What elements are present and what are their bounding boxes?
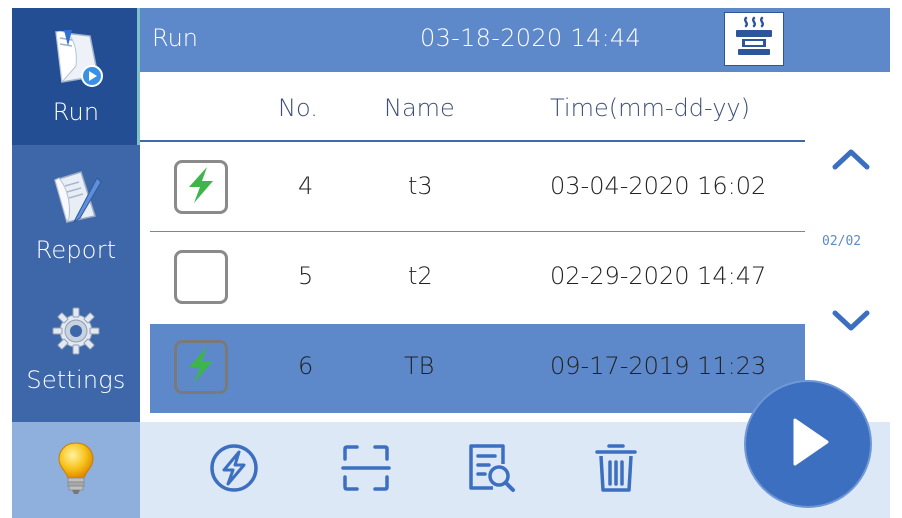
lightbulb-icon xyxy=(56,440,96,500)
row-no: 5 xyxy=(298,262,314,290)
play-icon xyxy=(783,414,833,474)
scan-icon xyxy=(339,441,393,499)
page-up-button[interactable] xyxy=(812,136,890,186)
header-bar: Run 03-18-2020 14:44 xyxy=(140,8,890,72)
column-header-time: Time(mm-dd-yy) xyxy=(550,94,750,122)
page-indicator: 02/02 xyxy=(822,234,862,249)
run-document-icon xyxy=(46,26,106,92)
row-time: 03-04-2020 16:02 xyxy=(550,172,767,200)
table-row[interactable]: 4 t3 03-04-2020 16:02 xyxy=(150,144,805,232)
table-row-selected[interactable]: 6 TB 09-17-2019 11:23 xyxy=(150,324,805,413)
row-name: t3 xyxy=(408,172,433,200)
column-header-no: No. xyxy=(278,94,318,122)
row-checkbox[interactable] xyxy=(174,250,228,304)
page-title: Run xyxy=(152,24,199,52)
row-name: t2 xyxy=(408,262,433,290)
sidebar-item-report[interactable]: Report xyxy=(12,160,140,285)
current-datetime: 03-18-2020 14:44 xyxy=(420,24,642,52)
scan-button[interactable] xyxy=(336,440,396,500)
row-checkbox[interactable] xyxy=(174,160,228,214)
lightning-check-icon xyxy=(183,165,219,209)
row-name: TB xyxy=(404,352,435,380)
run-file-table: No. Name Time(mm-dd-yy) 4 t3 03-04-2020 … xyxy=(140,72,805,418)
sidebar-item-label: Report xyxy=(35,236,117,264)
delete-button[interactable] xyxy=(586,440,646,500)
lightning-icon xyxy=(208,442,260,498)
page-down-button[interactable] xyxy=(812,298,890,348)
table-row[interactable]: 5 t2 02-29-2020 14:47 xyxy=(150,234,805,322)
view-details-button[interactable] xyxy=(460,440,520,500)
heated-lid-button[interactable] xyxy=(724,12,784,66)
row-time: 02-29-2020 14:47 xyxy=(550,262,767,290)
sidebar-item-label: Settings xyxy=(26,366,126,394)
sidebar-item-settings[interactable]: Settings xyxy=(12,300,140,418)
sidebar-item-run[interactable]: Run xyxy=(12,8,140,145)
run-screen: Run Report Settings Run 03-18-2020 14:44… xyxy=(12,8,890,518)
pager: 02/02 xyxy=(812,128,890,368)
lightning-check-icon xyxy=(183,345,219,389)
trash-icon xyxy=(591,440,641,500)
chevron-down-icon xyxy=(831,309,871,337)
start-run-button[interactable] xyxy=(746,382,870,506)
row-no: 4 xyxy=(298,172,314,200)
report-pen-icon xyxy=(47,168,105,230)
row-time: 09-17-2019 11:23 xyxy=(550,352,767,380)
chevron-up-icon xyxy=(831,147,871,175)
table-header: No. Name Time(mm-dd-yy) xyxy=(140,72,805,142)
sidebar-item-tips[interactable] xyxy=(12,422,140,518)
sidebar: Run Report Settings xyxy=(12,8,140,518)
gear-icon xyxy=(51,306,101,360)
search-document-icon xyxy=(463,440,517,500)
quick-run-button[interactable] xyxy=(204,440,264,500)
sidebar-item-label: Run xyxy=(52,98,100,126)
row-no: 6 xyxy=(298,352,314,380)
row-checkbox[interactable] xyxy=(174,340,228,394)
column-header-name: Name xyxy=(384,94,455,122)
heated-lid-icon xyxy=(734,16,774,62)
